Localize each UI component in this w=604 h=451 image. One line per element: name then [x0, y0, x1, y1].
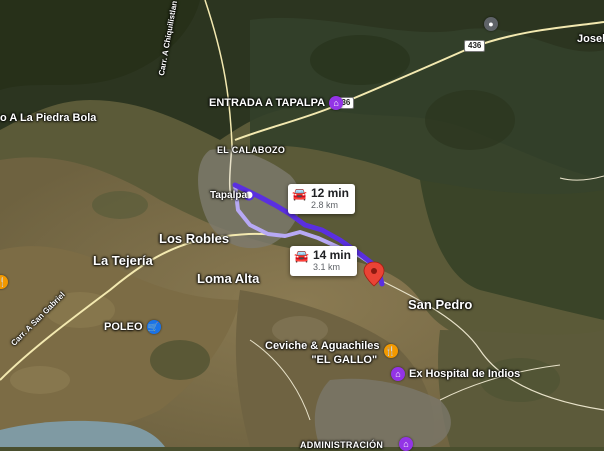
- route-time: 14 min: [312, 248, 351, 262]
- car-icon: 🚘: [294, 249, 309, 263]
- place-label-la-tejeria: La Tejería: [93, 253, 153, 268]
- place-label-loma-alta: Loma Alta: [197, 271, 260, 286]
- poi-bottom[interactable]: ⌂: [399, 437, 413, 451]
- route-distance: 3.1 km: [312, 262, 340, 272]
- restaurant-icon: 🍴: [0, 275, 8, 289]
- place-marker-icon: ●: [484, 17, 498, 31]
- route-card-primary[interactable]: 🚘 12 min 2.8 km: [288, 184, 355, 214]
- poi-edge-left[interactable]: 🍴: [0, 275, 8, 289]
- route-shield: 436: [464, 40, 486, 52]
- route-distance: 2.8 km: [310, 200, 338, 210]
- route-time: 12 min: [310, 186, 349, 200]
- place-label: POLEO: [104, 320, 143, 333]
- restaurant-icon: 🍴: [383, 344, 398, 358]
- place-label-joseli: Joseli: [577, 33, 604, 45]
- poi-top-right[interactable]: ●: [484, 17, 498, 31]
- museum-icon: ⌂: [399, 437, 413, 451]
- place-label: ENTRADA A TAPALPA: [209, 96, 326, 109]
- poi-ceviche[interactable]: Ceviche & Aguachiles "EL GALLO" 🍴: [265, 341, 398, 366]
- poi-poleo[interactable]: POLEO 🛒: [104, 320, 161, 334]
- poi-ex-hospital[interactable]: ⌂ Ex Hospital de Indios: [391, 367, 520, 381]
- place-label-los-robles: Los Robles: [159, 231, 230, 246]
- place-label-el-calabozo: EL CALABOZO: [217, 145, 286, 155]
- place-label-bottom-partial: ADMINISTRACIÓN: [300, 440, 384, 450]
- shopping-icon: 🛒: [146, 320, 161, 334]
- museum-icon: ⌂: [391, 367, 405, 381]
- poi-entrada-tapalpa[interactable]: ENTRADA A TAPALPA ⌂: [209, 96, 344, 110]
- place-label-tapalpa: Tapalpa: [210, 190, 248, 201]
- car-icon: 🚘: [292, 187, 307, 201]
- place-label: "EL GALLO": [311, 354, 378, 366]
- place-label-piedra-bola: o A La Piedra Bola: [0, 112, 97, 124]
- place-label: Ex Hospital de Indios: [409, 367, 521, 380]
- place-label-san-pedro: San Pedro: [408, 297, 473, 312]
- place-label: Ceviche & Aguachiles: [265, 340, 380, 352]
- museum-icon: ⌂: [329, 96, 344, 110]
- route-card-alternate[interactable]: 🚘 14 min 3.1 km: [290, 246, 357, 276]
